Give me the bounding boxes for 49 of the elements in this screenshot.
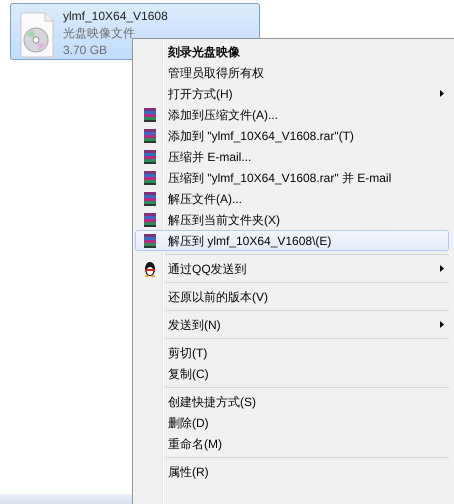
file-type: 光盘映像文件 — [63, 25, 136, 42]
menu-item-label: 添加到压缩文件(A)... — [168, 106, 278, 124]
menu-item[interactable]: 属性(R) — [135, 461, 449, 482]
menu-item[interactable]: 还原以前的版本(V) — [135, 286, 449, 307]
menu-item[interactable]: 发送到(N) — [135, 314, 449, 335]
menu-item-label: 压缩到 "ylmf_10X64_V1608.rar" 并 E-mail — [168, 170, 392, 186]
menu-item[interactable]: 打开方式(H) — [135, 83, 449, 104]
stacked-books-icon — [142, 232, 158, 248]
menu-item[interactable]: 复制(C) — [135, 363, 449, 384]
menu-item-label: 发送到(N) — [168, 316, 221, 334]
stacked-books-icon — [142, 148, 158, 164]
stacked-books-icon — [142, 128, 158, 144]
menu-item[interactable]: 添加到 "ylmf_10X64_V1608.rar"(T) — [135, 125, 449, 146]
menu-item[interactable]: 删除(D) — [135, 412, 449, 433]
stacked-books-icon — [142, 212, 158, 228]
menu-item-label: 打开方式(H) — [168, 86, 233, 102]
menu-item-label: 通过QQ发送到 — [168, 260, 247, 278]
menu-item-label: 刻录光盘映像 — [168, 44, 240, 60]
menu-item-label: 解压到 ylmf_10X64_V1608\(E) — [168, 232, 332, 250]
menu-item-label: 删除(D) — [168, 414, 209, 432]
menu-item[interactable]: 解压到当前文件夹(X) — [135, 209, 449, 230]
menu-item[interactable]: 解压文件(A)... — [135, 188, 449, 209]
menu-item-label: 属性(R) — [168, 464, 209, 480]
menu-item[interactable]: 压缩并 E-mail... — [135, 146, 449, 167]
stacked-books-icon — [142, 190, 158, 206]
menu-item[interactable]: 创建快捷方式(S) — [135, 391, 449, 412]
menu-item-label: 解压文件(A)... — [168, 190, 242, 208]
menu-item[interactable]: 压缩到 "ylmf_10X64_V1608.rar" 并 E-mail — [135, 167, 449, 188]
menu-item-label: 解压到当前文件夹(X) — [168, 212, 280, 228]
menu-item-label: 还原以前的版本(V) — [168, 288, 268, 306]
file-size: 3.70 GB — [63, 42, 108, 59]
menu-item-label: 创建快捷方式(S) — [168, 394, 256, 410]
stacked-books-icon — [142, 170, 158, 186]
menu-item-label: 复制(C) — [168, 366, 209, 382]
menu-item[interactable]: 剪切(T) — [135, 342, 449, 363]
file-name: ylmf_10X64_V1608 — [63, 8, 168, 25]
menu-item-label: 管理员取得所有权 — [168, 64, 264, 82]
menu-item[interactable]: 通过QQ发送到 — [135, 258, 449, 279]
penguin-icon — [142, 260, 158, 276]
menu-item[interactable]: 解压到 ylmf_10X64_V1608\(E) — [135, 230, 449, 251]
menu-item-label: 剪切(T) — [168, 344, 208, 362]
menu-item[interactable]: 重命名(M) — [135, 433, 449, 454]
disc-file-icon — [19, 12, 55, 58]
menu-item[interactable]: 管理员取得所有权 — [135, 62, 449, 83]
stacked-books-icon — [142, 106, 158, 122]
menu-item-label: 重命名(M) — [168, 436, 222, 452]
menu-item[interactable]: 添加到压缩文件(A)... — [135, 104, 449, 125]
menu-item-label: 添加到 "ylmf_10X64_V1608.rar"(T) — [168, 128, 354, 144]
menu-item-label: 压缩并 E-mail... — [168, 148, 252, 166]
